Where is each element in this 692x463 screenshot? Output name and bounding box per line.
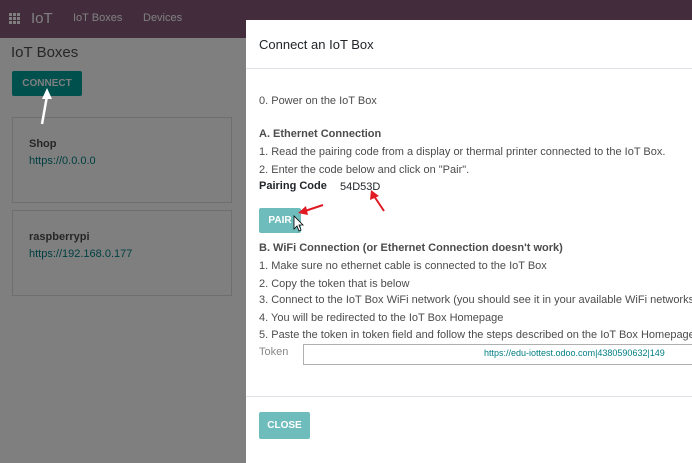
token-value: https://edu-iottest.odoo.com|4380590632|… (484, 348, 665, 358)
wifi-step-4: 4. You will be redirected to the IoT Box… (259, 312, 504, 324)
token-field[interactable]: https://edu-iottest.odoo.com|4380590632|… (303, 344, 692, 365)
modal-title: Connect an IoT Box (259, 37, 374, 52)
wifi-step-2: 2. Copy the token that is below (259, 278, 410, 290)
step-power-on: 0. Power on the IoT Box (259, 95, 377, 107)
pairing-code-label: Pairing Code (259, 180, 327, 192)
token-label: Token (259, 346, 289, 358)
ethernet-heading: A. Ethernet Connection (259, 128, 382, 140)
pair-button[interactable]: PAIR (259, 208, 301, 233)
ethernet-step-1: 1. Read the pairing code from a display … (259, 146, 666, 158)
modal-footer-divider (246, 396, 692, 397)
connect-iot-box-dialog: Connect an IoT Box 0. Power on the IoT B… (246, 20, 692, 463)
wifi-step-5: 5. Paste the token in token field and fo… (259, 329, 692, 341)
wifi-step-1: 1. Make sure no ethernet cable is connec… (259, 260, 547, 272)
ethernet-step-2: 2. Enter the code below and click on "Pa… (259, 164, 470, 176)
modal-header: Connect an IoT Box (246, 20, 692, 69)
pairing-code-input[interactable]: 54D53D (340, 181, 380, 193)
wifi-heading: B. WiFi Connection (or Ethernet Connecti… (259, 242, 563, 254)
wifi-step-3: 3. Connect to the IoT Box WiFi network (… (259, 294, 692, 306)
close-button[interactable]: CLOSE (259, 412, 310, 439)
